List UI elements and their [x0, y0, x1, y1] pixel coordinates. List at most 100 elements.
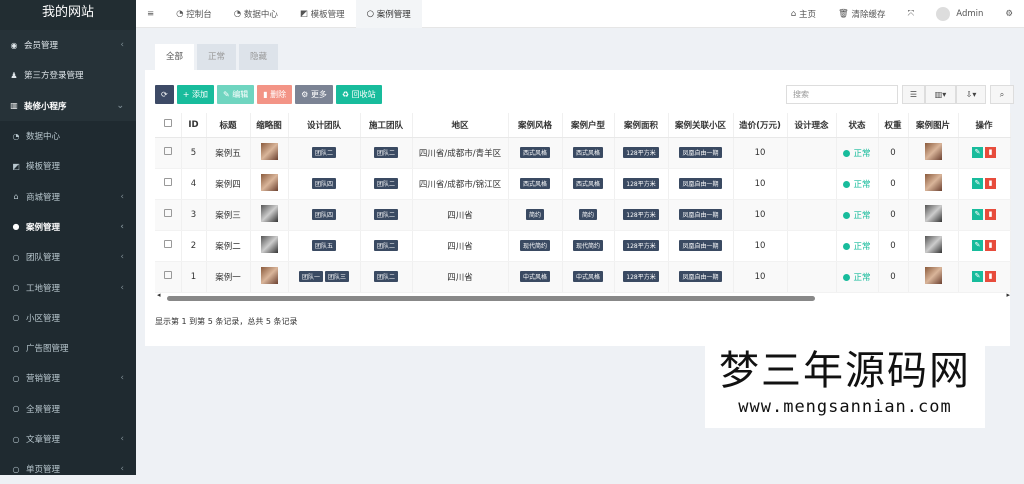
cell-case-images: [908, 199, 959, 231]
column-header[interactable]: 设计理念: [787, 113, 837, 138]
tab-normal[interactable]: 正常: [197, 44, 237, 70]
select-all-checkbox[interactable]: [155, 113, 182, 138]
row-edit-button[interactable]: ✎: [972, 271, 983, 282]
top-tab[interactable]: ◔ 数据中心: [223, 0, 289, 28]
sidebar-item[interactable]: ● 案例管理 ‹: [0, 212, 136, 242]
column-header[interactable]: 施工团队: [360, 113, 413, 138]
sidebar-item[interactable]: ○ 全景管理: [0, 394, 136, 424]
sidebar-item[interactable]: ○ 团队管理 ‹: [0, 242, 136, 272]
columns-button[interactable]: ▥▾: [925, 85, 956, 104]
add-button[interactable]: + 添加: [176, 85, 214, 104]
row-checkbox[interactable]: [155, 137, 182, 169]
row-edit-button[interactable]: ✎: [972, 240, 983, 251]
row-edit-button[interactable]: ✎: [972, 209, 983, 220]
advanced-search-button[interactable]: ⌕: [990, 85, 1014, 104]
top-tab[interactable]: ○ 案例管理: [355, 0, 422, 28]
recycle-bin-button[interactable]: ♻ 回收站: [335, 85, 382, 104]
sidebar-item[interactable]: ▥ 装修小程序 ⌄: [0, 90, 136, 121]
case-image[interactable]: [260, 173, 278, 191]
column-header[interactable]: 缩略图: [250, 113, 289, 138]
sidebar-item[interactable]: ○ 小区管理: [0, 303, 136, 333]
fullscreen-button[interactable]: ⤧: [896, 0, 925, 28]
column-header[interactable]: 案例风格: [508, 113, 563, 138]
column-header[interactable]: 设计团队: [288, 113, 361, 138]
case-image[interactable]: [924, 235, 942, 253]
cell-cost: 10: [733, 230, 788, 262]
row-delete-button[interactable]: ▮: [985, 240, 996, 251]
row-checkbox[interactable]: [155, 168, 182, 200]
column-header[interactable]: 案例图片: [908, 113, 959, 138]
top-tab[interactable]: ◩ 模板管理: [289, 0, 356, 28]
sidebar-item[interactable]: ○ 广告图管理: [0, 333, 136, 363]
column-header[interactable]: 案例关联小区: [668, 113, 734, 138]
sidebar-item[interactable]: ○ 单页管理 ‹: [0, 454, 136, 484]
status-badge[interactable]: 正常: [836, 168, 879, 200]
delete-button[interactable]: ▮ 删除: [257, 85, 293, 104]
case-image[interactable]: [260, 266, 278, 284]
row-delete-button[interactable]: ▮: [985, 209, 996, 220]
row-delete-button[interactable]: ▮: [985, 147, 996, 158]
status-badge[interactable]: 正常: [836, 199, 879, 231]
site-logo[interactable]: 我的网站: [0, 0, 136, 30]
refresh-button[interactable]: ⟳: [155, 85, 174, 104]
status-badge[interactable]: 正常: [836, 261, 879, 293]
cell-actions: ✎ ▮: [958, 199, 1011, 231]
column-header[interactable]: 状态: [836, 113, 879, 138]
sidebar-item[interactable]: ◔ 数据中心: [0, 121, 136, 151]
horizontal-scrollbar[interactable]: ◂ ▸: [155, 291, 1010, 302]
column-header[interactable]: 地区: [412, 113, 509, 138]
column-header[interactable]: ID: [181, 113, 207, 138]
sidebar-item[interactable]: ♟ 第三方登录管理: [0, 60, 136, 91]
column-header[interactable]: 案例面积: [614, 113, 669, 138]
row-edit-button[interactable]: ✎: [972, 178, 983, 189]
chevron-icon: ‹: [120, 282, 124, 293]
row-checkbox[interactable]: [155, 230, 182, 262]
sidebar-item[interactable]: ⌂ 商城管理 ‹: [0, 181, 136, 211]
more-button[interactable]: ⚙ 更多: [295, 85, 333, 104]
sidebar-item[interactable]: ○ 营销管理 ‹: [0, 363, 136, 393]
row-delete-button[interactable]: ▮: [985, 178, 996, 189]
cell-design-team: 团队四: [288, 199, 361, 231]
cell-case-images: [908, 137, 959, 169]
case-image[interactable]: [260, 142, 278, 160]
export-button[interactable]: ⇩▾: [956, 85, 986, 104]
sidebar-item[interactable]: ○ 工地管理 ‹: [0, 272, 136, 302]
case-image[interactable]: [924, 173, 942, 191]
scroll-right-icon[interactable]: ▸: [1006, 291, 1010, 299]
case-image[interactable]: [260, 235, 278, 253]
scrollbar-thumb[interactable]: [167, 296, 815, 301]
column-header[interactable]: 权重: [878, 113, 909, 138]
user-menu[interactable]: Admin: [925, 0, 994, 28]
column-header[interactable]: 操作: [958, 113, 1011, 138]
tab-hidden[interactable]: 隐藏: [239, 44, 279, 70]
sidebar-item[interactable]: ◩ 模板管理: [0, 151, 136, 181]
column-header[interactable]: 造价(万元): [733, 113, 788, 138]
status-badge[interactable]: 正常: [836, 230, 879, 262]
scroll-left-icon[interactable]: ◂: [157, 291, 161, 299]
case-image[interactable]: [260, 204, 278, 222]
menu-toggle-button[interactable]: ≡: [136, 0, 165, 28]
case-image[interactable]: [924, 142, 942, 160]
edit-button[interactable]: ✎ 编辑: [216, 85, 255, 104]
status-badge[interactable]: 正常: [836, 137, 879, 169]
clear-cache-button[interactable]: 🗑 清除缓存: [827, 0, 897, 28]
search-input[interactable]: 搜索: [786, 85, 898, 104]
case-image[interactable]: [924, 204, 942, 222]
tab-all[interactable]: 全部: [155, 44, 195, 70]
settings-button[interactable]: ⚙: [994, 0, 1024, 28]
case-image[interactable]: [924, 266, 942, 284]
top-tab[interactable]: ◔ 控制台: [165, 0, 223, 28]
sidebar-item[interactable]: ○ 文章管理 ‹: [0, 424, 136, 454]
toggle-view-button[interactable]: ☰: [902, 85, 925, 104]
home-link[interactable]: ⌂ 主页: [780, 0, 827, 28]
row-checkbox[interactable]: [155, 261, 182, 293]
row-edit-button[interactable]: ✎: [972, 147, 983, 158]
row-checkbox[interactable]: [155, 199, 182, 231]
row-delete-button[interactable]: ▮: [985, 271, 996, 282]
column-header[interactable]: 案例户型: [562, 113, 615, 138]
status-dot-icon: [843, 242, 851, 250]
circle-icon: ○: [366, 8, 377, 19]
chevron-icon: ‹: [120, 191, 124, 202]
column-header[interactable]: 标题: [206, 113, 251, 138]
sidebar-item[interactable]: ◉ 会员管理 ‹: [0, 30, 136, 61]
